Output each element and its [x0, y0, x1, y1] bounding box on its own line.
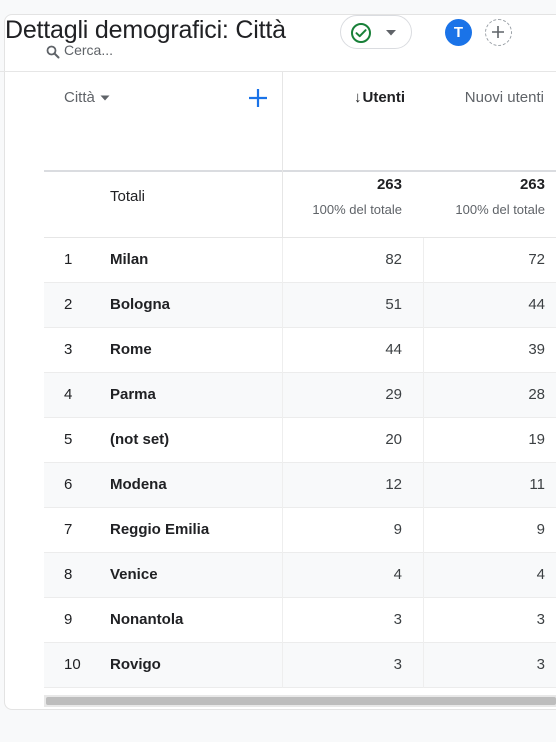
row-city: (not set)	[110, 431, 170, 448]
row-new-users: 4	[536, 566, 545, 583]
add-comparison-button[interactable]	[485, 19, 512, 46]
row-rank: 5	[64, 431, 73, 448]
column-divider	[423, 598, 424, 643]
report-header: Dettagli demografici: Città T	[0, 0, 556, 72]
row-city: Modena	[110, 476, 167, 493]
row-city: Rome	[110, 341, 152, 358]
row-new-users: 11	[529, 476, 545, 493]
column-divider	[423, 373, 424, 418]
new-users-column-header[interactable]: Nuovi utenti	[424, 89, 544, 106]
table-row[interactable]: 7 Reggio Emilia 9 9	[44, 508, 556, 553]
arrow-down-icon: ↓	[354, 89, 362, 106]
horizontal-scrollbar[interactable]	[44, 695, 556, 707]
row-rank: 7	[64, 521, 73, 538]
row-city: Venice	[110, 566, 158, 583]
row-users: 20	[385, 431, 402, 448]
row-city: Nonantola	[110, 611, 184, 628]
search-icon	[46, 45, 60, 59]
row-users: 3	[393, 611, 402, 628]
table-row[interactable]: 1 Milan 82 72	[44, 238, 556, 283]
row-new-users: 3	[536, 611, 545, 628]
column-divider	[423, 643, 424, 688]
table-row[interactable]: 8 Venice 4 4	[44, 553, 556, 598]
totals-label: Totali	[110, 188, 146, 205]
totals-new-users-value: 263	[519, 176, 545, 193]
table-header-row: Città ↓Utenti Nuovi utenti	[44, 72, 556, 172]
caret-down-icon	[100, 95, 110, 100]
row-users: 51	[385, 296, 402, 313]
table-row[interactable]: 9 Nonantola 3 3	[44, 598, 556, 643]
users-column-header[interactable]: ↓Utenti	[283, 89, 405, 106]
row-users: 82	[385, 251, 402, 268]
column-divider	[423, 553, 424, 598]
totals-users: 263 100% del totale	[283, 176, 402, 217]
row-new-users: 3	[536, 656, 545, 673]
row-rank: 6	[64, 476, 73, 493]
row-users: 44	[385, 341, 402, 358]
totals-users-value: 263	[376, 176, 402, 193]
row-city: Reggio Emilia	[110, 521, 210, 538]
status-chip[interactable]	[340, 15, 412, 49]
column-divider	[423, 328, 424, 373]
column-divider	[282, 72, 283, 172]
column-divider	[423, 463, 424, 508]
row-rank: 10	[64, 656, 81, 673]
totals-row: Totali 263 100% del totale 263 100% del …	[44, 172, 556, 238]
totals-new-users-percent: 100% del totale	[455, 202, 545, 217]
data-table: Città ↓Utenti Nuovi utenti Totali 263 10…	[44, 72, 556, 688]
row-rank: 1	[64, 251, 73, 268]
row-new-users: 9	[536, 521, 545, 538]
users-column-label: Utenti	[362, 89, 406, 106]
column-divider	[423, 283, 424, 328]
totals-users-percent: 100% del totale	[312, 202, 402, 217]
avatar[interactable]: T	[445, 19, 472, 46]
scrollbar-thumb[interactable]	[46, 697, 556, 705]
table-row[interactable]: 3 Rome 44 39	[44, 328, 556, 373]
row-rank: 8	[64, 566, 73, 583]
row-new-users: 19	[528, 431, 545, 448]
row-rank: 9	[64, 611, 73, 628]
row-users: 9	[393, 521, 402, 538]
search-input[interactable]	[64, 40, 224, 60]
row-city: Parma	[110, 386, 156, 403]
plus-icon	[492, 26, 504, 38]
row-users: 12	[385, 476, 402, 493]
row-city: Bologna	[110, 296, 170, 313]
table-row[interactable]: 2 Bologna 51 44	[44, 283, 556, 328]
row-rank: 4	[64, 386, 73, 403]
column-divider	[423, 238, 424, 283]
column-divider	[423, 418, 424, 463]
row-city: Rovigo	[110, 656, 161, 673]
row-new-users: 28	[528, 386, 545, 403]
row-users: 29	[385, 386, 402, 403]
table-row[interactable]: 5 (not set) 20 19	[44, 418, 556, 463]
row-rank: 3	[64, 341, 73, 358]
row-new-users: 44	[528, 296, 545, 313]
row-rank: 2	[64, 296, 73, 313]
chevron-down-icon	[386, 30, 396, 36]
dimension-header-label: Città	[64, 89, 95, 106]
row-city: Milan	[110, 251, 149, 268]
dimension-header[interactable]: Città	[64, 89, 110, 106]
table-row[interactable]: 4 Parma 29 28	[44, 373, 556, 418]
add-dimension-button[interactable]	[246, 86, 270, 110]
column-divider	[423, 508, 424, 553]
check-circle-icon	[351, 23, 371, 43]
table-row[interactable]: 6 Modena 12 11	[44, 463, 556, 508]
row-new-users: 39	[528, 341, 545, 358]
table-row[interactable]: 10 Rovigo 3 3	[44, 643, 556, 688]
row-users: 4	[393, 566, 402, 583]
row-users: 3	[393, 656, 402, 673]
row-new-users: 72	[528, 251, 545, 268]
totals-new-users: 263 100% del totale	[425, 176, 545, 217]
